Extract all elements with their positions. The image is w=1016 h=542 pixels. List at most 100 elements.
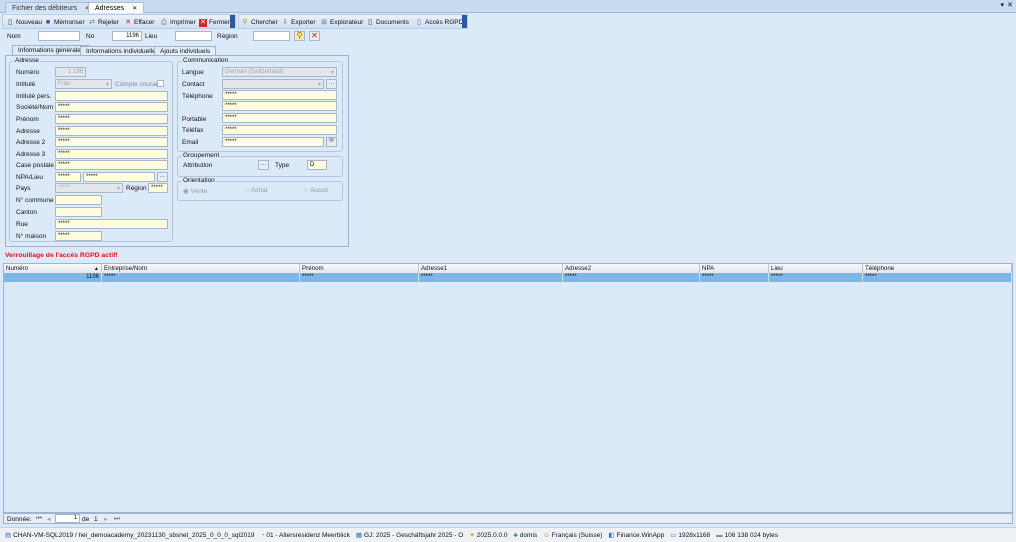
email-field[interactable]: ***** — [222, 137, 324, 147]
close-button[interactable]: ✕ Fermer — [199, 17, 230, 28]
label: Exporter — [291, 19, 316, 26]
region-field[interactable]: ***** — [148, 183, 168, 193]
commune-field[interactable] — [55, 195, 102, 205]
column-header-telephone[interactable]: Téléphone — [863, 264, 1012, 273]
label: Achat — [250, 187, 268, 194]
cell-prenom: ***** — [300, 273, 419, 282]
status-app: ◧ Finance.WinApp — [608, 531, 664, 539]
commune-label: N° commune — [16, 197, 54, 204]
contact-lookup-button[interactable]: … — [326, 79, 337, 89]
pays-select[interactable]: ***** ▾ — [55, 183, 123, 193]
status-database: ▤ CHAN-VM-SQL2019 / hei_demoacademy_20231… — [5, 531, 254, 539]
radio-vente[interactable]: ◉ Vente — [183, 187, 208, 196]
intitule-pers-field[interactable] — [55, 91, 168, 101]
toolbar-main: ▯ Nouveau ■ Mémoriser ⇄ Rejeter ✕ Effacer ⎙ I… — [2, 14, 236, 29]
column-header-adresse1[interactable]: Adresse1 — [419, 264, 563, 273]
last-record-icon[interactable]: ⏭ — [114, 515, 120, 523]
lieu-search-input[interactable] — [175, 31, 212, 41]
export-button[interactable]: ⇩ Exporter — [281, 17, 316, 28]
adresse3-field[interactable]: ***** — [55, 149, 168, 159]
npa-field[interactable]: ***** — [55, 172, 81, 182]
close-icon[interactable]: ✕ — [1007, 1, 1013, 9]
attribution-button[interactable]: … — [258, 160, 269, 170]
telephone2-field[interactable]: ***** — [222, 101, 337, 111]
search-icon[interactable]: ⚲ — [294, 31, 305, 41]
column-header-entreprise[interactable]: Entreprise/Nom — [102, 264, 300, 273]
label: Vente — [190, 187, 208, 195]
version-icon: ✦ — [469, 532, 475, 539]
region-search-input[interactable] — [253, 31, 290, 41]
adresse-field[interactable]: ***** — [55, 126, 168, 136]
tab-fichier-debiteurs[interactable]: Fichier des débiteurs✕ — [5, 2, 98, 13]
label: 1928x1168 — [678, 532, 711, 539]
print-button[interactable]: ⎙ Imprimer — [160, 17, 195, 28]
label: 01 - Altersresidenz Meerblick — [266, 531, 350, 539]
close-icon[interactable]: ✕ — [132, 6, 137, 12]
reject-button[interactable]: ⇄ Rejeter — [88, 17, 119, 28]
value: ***** — [58, 185, 70, 191]
clear-search-icon[interactable]: ✕ — [309, 31, 320, 41]
telefax-field[interactable]: ***** — [222, 125, 337, 135]
label: 2025.0.0.0 — [476, 532, 508, 539]
attribution-label: Attribution — [183, 162, 213, 169]
contact-select[interactable]: ▾ — [222, 79, 324, 89]
new-button[interactable]: ▯ Nouveau — [6, 17, 42, 28]
dropdown-icon[interactable]: ▾ — [1000, 1, 1004, 9]
toolbar-secondary: ⚲ Chercher ⇩ Exporter ⊞ Explorateur ▯ Docume… — [238, 14, 468, 29]
delete-button[interactable]: ✕ Effacer — [124, 17, 154, 28]
no-search-input[interactable]: 1196 — [112, 31, 142, 41]
column-header-prenom[interactable]: Prénom — [300, 264, 419, 273]
group-title: Groupement — [182, 152, 221, 159]
record-position-input[interactable]: 1 — [55, 514, 80, 523]
toolbar-overflow-grip[interactable] — [462, 15, 467, 28]
telephone-field[interactable]: ***** — [222, 90, 337, 100]
save-button[interactable]: ■ Mémoriser — [44, 17, 85, 28]
nom-search-input[interactable] — [38, 31, 80, 41]
chevron-down-icon: ▾ — [330, 70, 334, 76]
record-navigator: Donnée: ⏮ ◂ 1 de 1 ▸ ⏭ — [3, 513, 1013, 524]
prev-record-icon[interactable]: ◂ — [47, 515, 50, 523]
explorer-button[interactable]: ⊞ Explorateur — [320, 17, 363, 28]
label: Finance.WinApp — [616, 532, 665, 539]
radio-aucun[interactable]: ○ Aucun — [304, 187, 328, 194]
canton-field[interactable] — [55, 207, 102, 217]
intitule-select[interactable]: Frau ▾ — [55, 79, 112, 89]
adresse2-field[interactable]: ***** — [55, 137, 168, 147]
tab-label: Adresses — [95, 5, 125, 12]
label: domis — [519, 531, 538, 539]
search-button[interactable]: ⚲ Chercher — [241, 17, 278, 28]
document-tabstrip: Fichier des débiteurs✕ Adresses ✕ ▾ ✕ — [0, 0, 1016, 13]
value: German (Switzerland) — [225, 69, 284, 75]
send-email-icon[interactable]: ✉ — [326, 137, 337, 147]
langue-label: Langue — [182, 69, 204, 76]
column-header-npa[interactable]: NPA — [700, 264, 769, 273]
compte-courant-checkbox[interactable] — [157, 80, 164, 87]
rue-field[interactable]: ***** — [55, 219, 168, 229]
toolbar-overflow-grip[interactable] — [230, 15, 235, 28]
radio-achat[interactable]: ○ Achat — [245, 187, 268, 194]
status-version: ✦ 2025.0.0.0 — [469, 531, 507, 539]
case-postale-field[interactable]: ***** — [55, 160, 168, 170]
next-record-icon[interactable]: ▸ — [104, 515, 107, 523]
column-header-numero[interactable]: Numéro ▴ — [4, 264, 102, 273]
lieu-lookup-button[interactable]: … — [157, 172, 168, 182]
documents-button[interactable]: ▯ Documents — [366, 17, 409, 28]
prenom-field[interactable]: ***** — [55, 114, 168, 124]
langue-select[interactable]: German (Switzerland) ▾ — [222, 67, 337, 77]
label: Effacer — [134, 19, 155, 26]
table-row[interactable]: 1196 ***** ***** ***** ***** ***** *****… — [4, 273, 1012, 282]
maison-field[interactable]: ***** — [55, 231, 102, 241]
label: Chercher — [251, 19, 278, 26]
rgpd-access-button[interactable]: ▯ Accès RGPD — [415, 17, 463, 28]
portable-field[interactable]: ***** — [222, 113, 337, 123]
lieu-field[interactable]: ***** — [83, 172, 155, 182]
first-record-icon[interactable]: ⏮ — [36, 515, 42, 523]
column-header-adresse2[interactable]: Adresse2 — [563, 264, 700, 273]
delete-icon: ✕ — [125, 18, 131, 26]
region-label: Région — [217, 33, 238, 40]
type-field[interactable]: D — [307, 160, 327, 170]
column-header-lieu[interactable]: Lieu — [769, 264, 863, 273]
telefax-label: Téléfax — [182, 127, 204, 134]
tab-adresses[interactable]: Adresses ✕ — [88, 2, 145, 13]
societe-field[interactable]: ***** — [55, 102, 168, 112]
